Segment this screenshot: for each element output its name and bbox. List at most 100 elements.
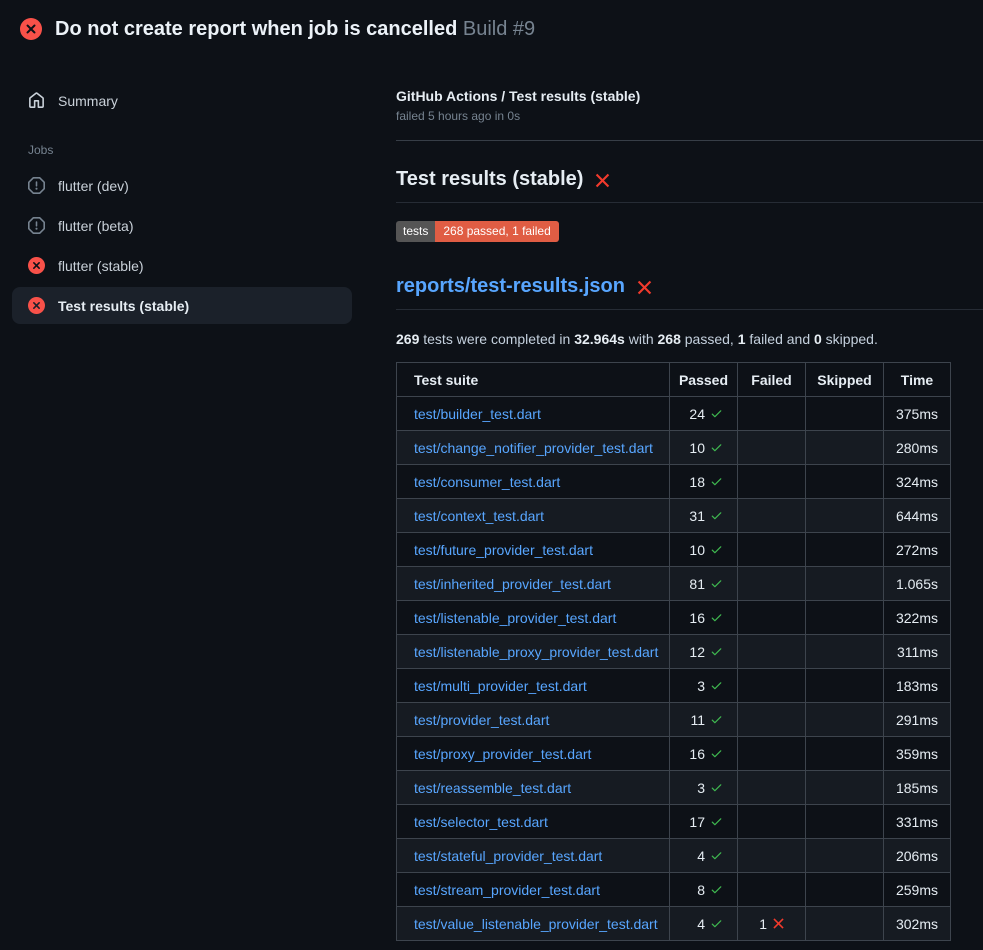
sidebar-job-item[interactable]: flutter (beta) xyxy=(12,207,352,244)
time-cell: 272ms xyxy=(884,533,951,567)
table-row: test/stream_provider_test.dart 8 259ms xyxy=(397,873,951,907)
time-cell: 359ms xyxy=(884,737,951,771)
table-header-row: Test suite Passed Failed Skipped Time xyxy=(397,363,951,397)
table-row: test/provider_test.dart 11 291ms xyxy=(397,703,951,737)
passed-cell: 18 xyxy=(670,465,738,499)
test-suite-link[interactable]: test/consumer_test.dart xyxy=(414,474,560,490)
time-cell: 206ms xyxy=(884,839,951,873)
section-heading: Test results (stable) xyxy=(396,168,983,203)
test-suite-link[interactable]: test/proxy_provider_test.dart xyxy=(414,746,591,762)
table-row: test/reassemble_test.dart 3 185ms xyxy=(397,771,951,805)
failed-cell xyxy=(738,465,806,499)
test-suite-link[interactable]: test/multi_provider_test.dart xyxy=(414,678,587,694)
report-heading: reports/test-results.json xyxy=(396,275,983,310)
failed-x-icon xyxy=(636,279,653,296)
check-icon xyxy=(710,747,723,760)
failed-x-icon xyxy=(594,172,611,189)
sidebar-job-item[interactable]: flutter (dev) xyxy=(12,167,352,204)
skipped-cell xyxy=(806,737,884,771)
time-cell: 259ms xyxy=(884,873,951,907)
skipped-cell xyxy=(806,601,884,635)
time-cell: 183ms xyxy=(884,669,951,703)
report-file-link[interactable]: reports/test-results.json xyxy=(396,275,625,298)
passed-cell: 16 xyxy=(670,601,738,635)
column-header-test-suite: Test suite xyxy=(397,363,670,397)
table-row: test/stateful_provider_test.dart 4 206ms xyxy=(397,839,951,873)
passed-cell: 8 xyxy=(670,873,738,907)
time-cell: 280ms xyxy=(884,431,951,465)
tests-badge[interactable]: tests 268 passed, 1 failed xyxy=(396,221,559,242)
sidebar: Summary Jobs flutter (dev) flutter (beta… xyxy=(0,58,396,324)
passed-cell: 10 xyxy=(670,431,738,465)
column-header-skipped: Skipped xyxy=(806,363,884,397)
table-row: test/proxy_provider_test.dart 16 359ms xyxy=(397,737,951,771)
time-cell: 331ms xyxy=(884,805,951,839)
test-suite-link[interactable]: test/value_listenable_provider_test.dart xyxy=(414,916,658,932)
passed-cell: 10 xyxy=(670,533,738,567)
test-suite-link[interactable]: test/builder_test.dart xyxy=(414,406,541,422)
failed-cell xyxy=(738,397,806,431)
test-suite-link[interactable]: test/stateful_provider_test.dart xyxy=(414,848,602,864)
failed-cell xyxy=(738,567,806,601)
sidebar-jobs: flutter (dev) flutter (beta) flutter (st… xyxy=(12,167,396,324)
failed-cell xyxy=(738,703,806,737)
passed-cell: 16 xyxy=(670,737,738,771)
table-row: test/inherited_provider_test.dart 81 1.0… xyxy=(397,567,951,601)
check-icon xyxy=(710,815,723,828)
page-title: Do not create report when job is cancell… xyxy=(55,18,535,41)
test-suite-link[interactable]: test/listenable_proxy_provider_test.dart xyxy=(414,644,658,660)
table-row: test/change_notifier_provider_test.dart … xyxy=(397,431,951,465)
test-suite-link[interactable]: test/stream_provider_test.dart xyxy=(414,882,600,898)
passed-cell: 12 xyxy=(670,635,738,669)
time-cell: 322ms xyxy=(884,601,951,635)
check-icon xyxy=(710,917,723,930)
column-header-failed: Failed xyxy=(738,363,806,397)
sidebar-job-item[interactable]: flutter (stable) xyxy=(12,247,352,284)
failed-cell xyxy=(738,771,806,805)
breadcrumb: GitHub Actions / Test results (stable) xyxy=(396,88,983,104)
column-header-passed: Passed xyxy=(670,363,738,397)
passed-cell: 3 xyxy=(670,669,738,703)
failed-cell xyxy=(738,431,806,465)
time-cell: 311ms xyxy=(884,635,951,669)
check-icon xyxy=(710,781,723,794)
sidebar-job-item[interactable]: Test results (stable) xyxy=(12,287,352,324)
table-row: test/future_provider_test.dart 10 272ms xyxy=(397,533,951,567)
test-suite-link[interactable]: test/change_notifier_provider_test.dart xyxy=(414,440,653,456)
skipped-cell xyxy=(806,567,884,601)
failed-cell: 1 xyxy=(738,907,806,941)
test-suite-link[interactable]: test/provider_test.dart xyxy=(414,712,549,728)
passed-cell: 3 xyxy=(670,771,738,805)
report-summary: 269 tests were completed in 32.964s with… xyxy=(396,331,983,347)
failed-cell xyxy=(738,839,806,873)
table-row: test/consumer_test.dart 18 324ms xyxy=(397,465,951,499)
table-row: test/context_test.dart 31 644ms xyxy=(397,499,951,533)
test-suite-link[interactable]: test/selector_test.dart xyxy=(414,814,548,830)
test-suite-link[interactable]: test/inherited_provider_test.dart xyxy=(414,576,611,592)
test-suite-link[interactable]: test/reassemble_test.dart xyxy=(414,780,571,796)
passed-cell: 81 xyxy=(670,567,738,601)
check-icon xyxy=(710,475,723,488)
failed-cell xyxy=(738,805,806,839)
passed-cell: 31 xyxy=(670,499,738,533)
skipped-cell xyxy=(806,805,884,839)
stop-icon xyxy=(28,177,45,194)
check-icon xyxy=(710,577,723,590)
table-row: test/listenable_proxy_provider_test.dart… xyxy=(397,635,951,669)
badge-label: tests xyxy=(396,221,435,242)
passed-cell: 4 xyxy=(670,907,738,941)
table-row: test/multi_provider_test.dart 3 183ms xyxy=(397,669,951,703)
time-cell: 291ms xyxy=(884,703,951,737)
page-header: Do not create report when job is cancell… xyxy=(0,0,983,58)
passed-cell: 11 xyxy=(670,703,738,737)
skipped-cell xyxy=(806,669,884,703)
test-suite-link[interactable]: test/listenable_provider_test.dart xyxy=(414,610,616,626)
sidebar-item-summary[interactable]: Summary xyxy=(12,82,352,119)
test-suite-link[interactable]: test/future_provider_test.dart xyxy=(414,542,593,558)
test-suite-link[interactable]: test/context_test.dart xyxy=(414,508,544,524)
test-results-table: Test suite Passed Failed Skipped Time te… xyxy=(396,362,951,941)
sidebar-summary-label: Summary xyxy=(58,93,118,109)
job-status-line: failed 5 hours ago in 0s xyxy=(396,109,983,123)
build-number: Build #9 xyxy=(463,18,535,40)
check-icon xyxy=(710,679,723,692)
